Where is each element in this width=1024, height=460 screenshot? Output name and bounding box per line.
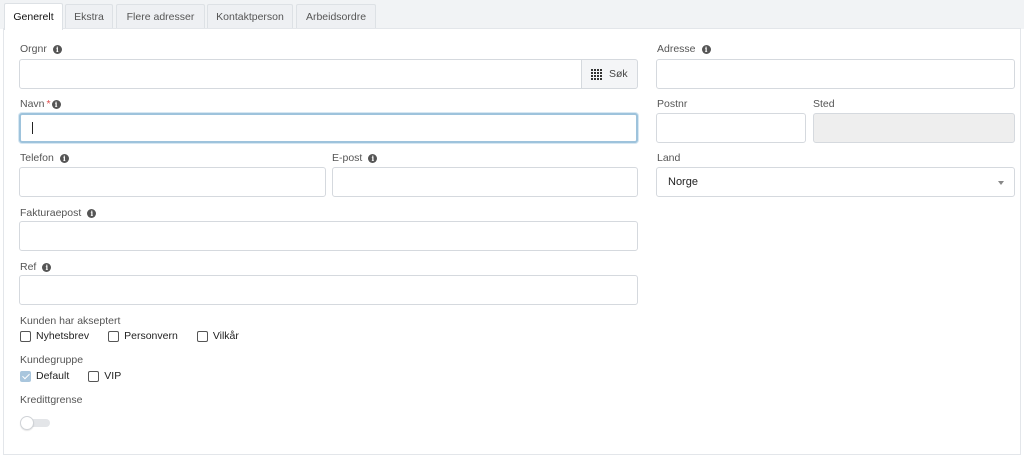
checkbox-personvern[interactable]: Personvern <box>108 330 178 342</box>
fakturaepost-label: Fakturaepost i <box>20 207 97 219</box>
checkbox-default[interactable]: Default <box>20 370 69 382</box>
toggle-knob <box>20 416 34 430</box>
telefon-label: Telefon i <box>20 152 69 164</box>
credit-limit-toggle[interactable] <box>20 416 50 430</box>
adresse-label: Adresse i <box>657 43 711 55</box>
checkbox-box[interactable] <box>88 370 100 382</box>
postnr-label: Postnr <box>657 98 688 110</box>
sted-input <box>813 113 1015 143</box>
checkbox-box[interactable] <box>108 330 120 342</box>
tab-arbeidsordre[interactable]: Arbeidsordre <box>296 4 376 29</box>
orgnr-input[interactable] <box>19 59 582 89</box>
checkbox-box[interactable] <box>20 330 31 342</box>
land-label: Land <box>657 152 681 164</box>
info-icon[interactable]: i <box>59 153 69 163</box>
accepted-checkbox-group: Nyhetsbrev Personvern Vilkår <box>20 330 258 342</box>
navn-input[interactable] <box>19 113 638 143</box>
info-icon[interactable]: i <box>51 99 61 109</box>
required-marker: * <box>46 98 51 110</box>
sted-label: Sted <box>813 98 835 110</box>
checkbox-vilkar[interactable]: Vilkår <box>196 330 239 342</box>
info-icon[interactable]: i <box>87 208 97 218</box>
telefon-input[interactable] <box>19 167 326 197</box>
credit-limit-label: Kredittgrense <box>20 394 83 406</box>
tab-ekstra[interactable]: Ekstra <box>65 4 113 29</box>
checkbox-box[interactable] <box>196 330 208 342</box>
checkbox-vip[interactable]: VIP <box>88 370 121 382</box>
adresse-input[interactable] <box>656 59 1015 89</box>
postnr-input[interactable] <box>656 113 806 143</box>
fakturaepost-input[interactable] <box>19 221 638 251</box>
accepted-label: Kunden har akseptert <box>20 315 121 327</box>
info-icon[interactable]: i <box>701 44 711 54</box>
tab-flere-adresser[interactable]: Flere adresser <box>116 4 205 29</box>
land-select[interactable]: Norge <box>656 167 1015 197</box>
epost-label: E-post i <box>332 152 378 164</box>
info-icon[interactable]: i <box>368 153 378 163</box>
ref-input[interactable] <box>19 275 638 305</box>
info-icon[interactable]: i <box>52 44 62 54</box>
customer-group-checkbox-group: Default VIP <box>20 370 140 382</box>
tab-generelt[interactable]: Generelt <box>4 3 63 30</box>
tab-bar: Generelt Ekstra Flere adresser Kontaktpe… <box>0 0 1024 30</box>
barcode-grid-icon <box>591 68 602 80</box>
info-icon[interactable]: i <box>42 262 52 272</box>
checkbox-nyhetsbrev[interactable]: Nyhetsbrev <box>20 330 89 342</box>
orgnr-search-button[interactable]: Søk <box>581 59 638 89</box>
navn-label: Navn * i <box>20 98 61 110</box>
ref-label: Ref i <box>20 261 52 273</box>
text-cursor <box>32 122 33 134</box>
chevron-down-icon <box>998 181 1004 185</box>
orgnr-label: Orgnr i <box>20 43 62 55</box>
epost-input[interactable] <box>332 167 638 197</box>
customer-group-label: Kundegruppe <box>20 354 84 366</box>
checkbox-box-checked[interactable] <box>20 370 31 382</box>
tab-kontaktperson[interactable]: Kontaktperson <box>207 4 293 29</box>
